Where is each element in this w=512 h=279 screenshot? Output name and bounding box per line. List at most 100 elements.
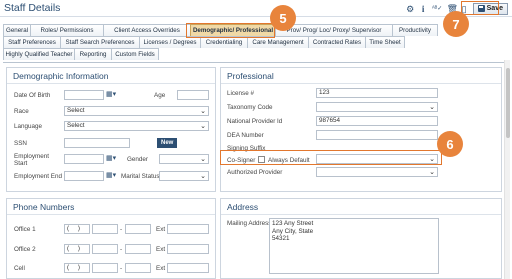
- marital-status-select[interactable]: ⌄: [159, 171, 209, 181]
- employment-end-input[interactable]: [64, 171, 104, 181]
- page-title: Staff Details: [4, 2, 61, 14]
- employment-start-label-line2: Start: [14, 160, 28, 167]
- office1-ext-input[interactable]: [167, 224, 209, 234]
- dob-input[interactable]: [64, 90, 104, 100]
- license-input[interactable]: 123: [316, 88, 438, 98]
- address-panel: Address Mailing Address 123 Any Street A…: [220, 198, 502, 279]
- callout-badge-6: 6: [437, 131, 463, 157]
- mailing-address-textarea[interactable]: 123 Any Street Any City, State 54321: [269, 218, 439, 274]
- race-select[interactable]: Select ⌄: [64, 106, 209, 116]
- cell-area-input[interactable]: ( ): [64, 263, 90, 273]
- tab-productivity[interactable]: Productivity: [392, 24, 438, 36]
- ssn-label: SSN: [14, 140, 27, 147]
- calendar-icon[interactable]: ▦▾: [106, 91, 120, 99]
- dob-label: Date Of Birth: [14, 92, 51, 99]
- dash: -: [120, 246, 123, 253]
- tab-staff-search-preferences[interactable]: Staff Search Preferences: [60, 36, 140, 48]
- authorized-provider-label: Authorized Provider: [227, 169, 283, 176]
- gender-select[interactable]: ⌄: [159, 154, 209, 164]
- language-select[interactable]: Select ⌄: [64, 121, 209, 131]
- panel-divider: [7, 214, 215, 215]
- cell-ext-input[interactable]: [167, 263, 209, 273]
- tab-highly-qualified-teacher[interactable]: Highly Qualified Teacher: [3, 48, 75, 60]
- language-label: Language: [14, 123, 43, 130]
- tab-row-3: Highly Qualified Teacher Reporting Custo…: [3, 48, 509, 60]
- tab-staff-preferences[interactable]: Staff Preferences: [3, 36, 61, 48]
- race-label: Race: [14, 108, 29, 115]
- scrollbar-thumb[interactable]: [506, 68, 510, 138]
- panel-divider: [221, 214, 501, 215]
- address-line-2: Any City, State: [272, 227, 314, 235]
- address-line-3: 54321: [272, 235, 290, 242]
- chevron-down-icon: ⌄: [200, 108, 206, 115]
- dea-input[interactable]: [316, 130, 438, 140]
- office2-prefix-input[interactable]: [92, 244, 118, 254]
- office2-line-input[interactable]: [125, 244, 151, 254]
- chevron-down-icon: ⌄: [200, 123, 206, 130]
- office1-area-input[interactable]: ( ): [64, 224, 90, 234]
- chevron-down-icon: ⌄: [429, 104, 435, 111]
- marital-status-label: Marital Status: [121, 173, 160, 180]
- professional-title: Professional: [227, 71, 274, 81]
- spellcheck-icon[interactable]: ᴬᴮ✓: [432, 4, 443, 14]
- callout-highlight-tab: [186, 23, 275, 38]
- age-input[interactable]: [177, 90, 209, 100]
- tab-custom-fields[interactable]: Custom Fields: [111, 48, 159, 60]
- tab-divider: [3, 62, 509, 63]
- address-line-1: 123 Any Street: [272, 220, 314, 227]
- dash: -: [120, 265, 123, 272]
- office2-area-input[interactable]: ( ): [64, 244, 90, 254]
- ext-label: Ext: [156, 246, 166, 253]
- cell-label: Cell: [14, 265, 25, 272]
- npi-input[interactable]: 987654: [316, 116, 438, 126]
- taxonomy-select[interactable]: ⌄: [316, 102, 438, 112]
- gender-label: Gender: [127, 156, 149, 163]
- chevron-down-icon: ⌄: [429, 169, 435, 176]
- employment-start-input[interactable]: [64, 154, 104, 164]
- employment-start-label-line1: Employment: [14, 153, 49, 160]
- authorized-provider-select[interactable]: ⌄: [316, 167, 438, 177]
- dash: -: [120, 226, 123, 233]
- age-label: Age: [154, 92, 166, 99]
- office2-ext-input[interactable]: [167, 244, 209, 254]
- info-icon[interactable]: i: [419, 4, 428, 14]
- cell-line-input[interactable]: [125, 263, 151, 273]
- ext-label: Ext: [156, 265, 166, 272]
- taxonomy-label: Taxonomy Code: [227, 104, 273, 111]
- office1-line-input[interactable]: [125, 224, 151, 234]
- chevron-down-icon: ⌄: [200, 156, 206, 163]
- vertical-scrollbar[interactable]: [504, 60, 510, 279]
- new-button[interactable]: New: [157, 138, 178, 148]
- tab-reporting[interactable]: Reporting: [74, 48, 112, 60]
- address-title: Address: [227, 202, 259, 212]
- tab-client-access-overrides[interactable]: Client Access Overrides: [103, 24, 191, 36]
- panel-divider: [7, 83, 215, 84]
- ssn-input[interactable]: [64, 138, 130, 148]
- calendar-icon[interactable]: ▦▾: [106, 155, 120, 163]
- demographic-panel: Demographic Information Date Of Birth ▦▾…: [6, 67, 216, 192]
- calendar-icon[interactable]: ▦▾: [106, 172, 120, 180]
- npi-label: National Provider Id: [227, 118, 283, 125]
- license-label: License #: [227, 90, 254, 97]
- title-bar: Staff Details ⚙ i ᴬᴮ✓ 🗑 ▯ Save: [0, 0, 512, 17]
- tab-roles-permissions[interactable]: Roles/ Permissions: [30, 24, 104, 36]
- tab-contracted-rates[interactable]: Contracted Rates: [308, 36, 366, 48]
- race-value: Select: [67, 107, 85, 114]
- mailing-address-label: Mailing Address: [227, 220, 272, 227]
- panel-divider: [221, 83, 501, 84]
- phone-panel: Phone Numbers Office 1 ( ) - Ext Office …: [6, 198, 216, 279]
- professional-panel: Professional License # 123 Taxonomy Code…: [220, 67, 502, 192]
- cell-prefix-input[interactable]: [92, 263, 118, 273]
- demographic-title: Demographic Information: [13, 71, 109, 81]
- callout-badge-5: 5: [270, 5, 296, 31]
- language-value: Select: [67, 122, 85, 129]
- employment-end-label: Employment End: [14, 173, 62, 180]
- callout-highlight-cosigner: [220, 150, 442, 165]
- office1-prefix-input[interactable]: [92, 224, 118, 234]
- tab-time-sheet[interactable]: Time Sheet: [365, 36, 405, 48]
- callout-highlight-save: [461, 1, 499, 15]
- gear-icon[interactable]: ⚙: [406, 4, 415, 14]
- tab-general[interactable]: General: [3, 24, 31, 36]
- callout-badge-7: 7: [443, 11, 469, 37]
- ext-label: Ext: [156, 226, 166, 233]
